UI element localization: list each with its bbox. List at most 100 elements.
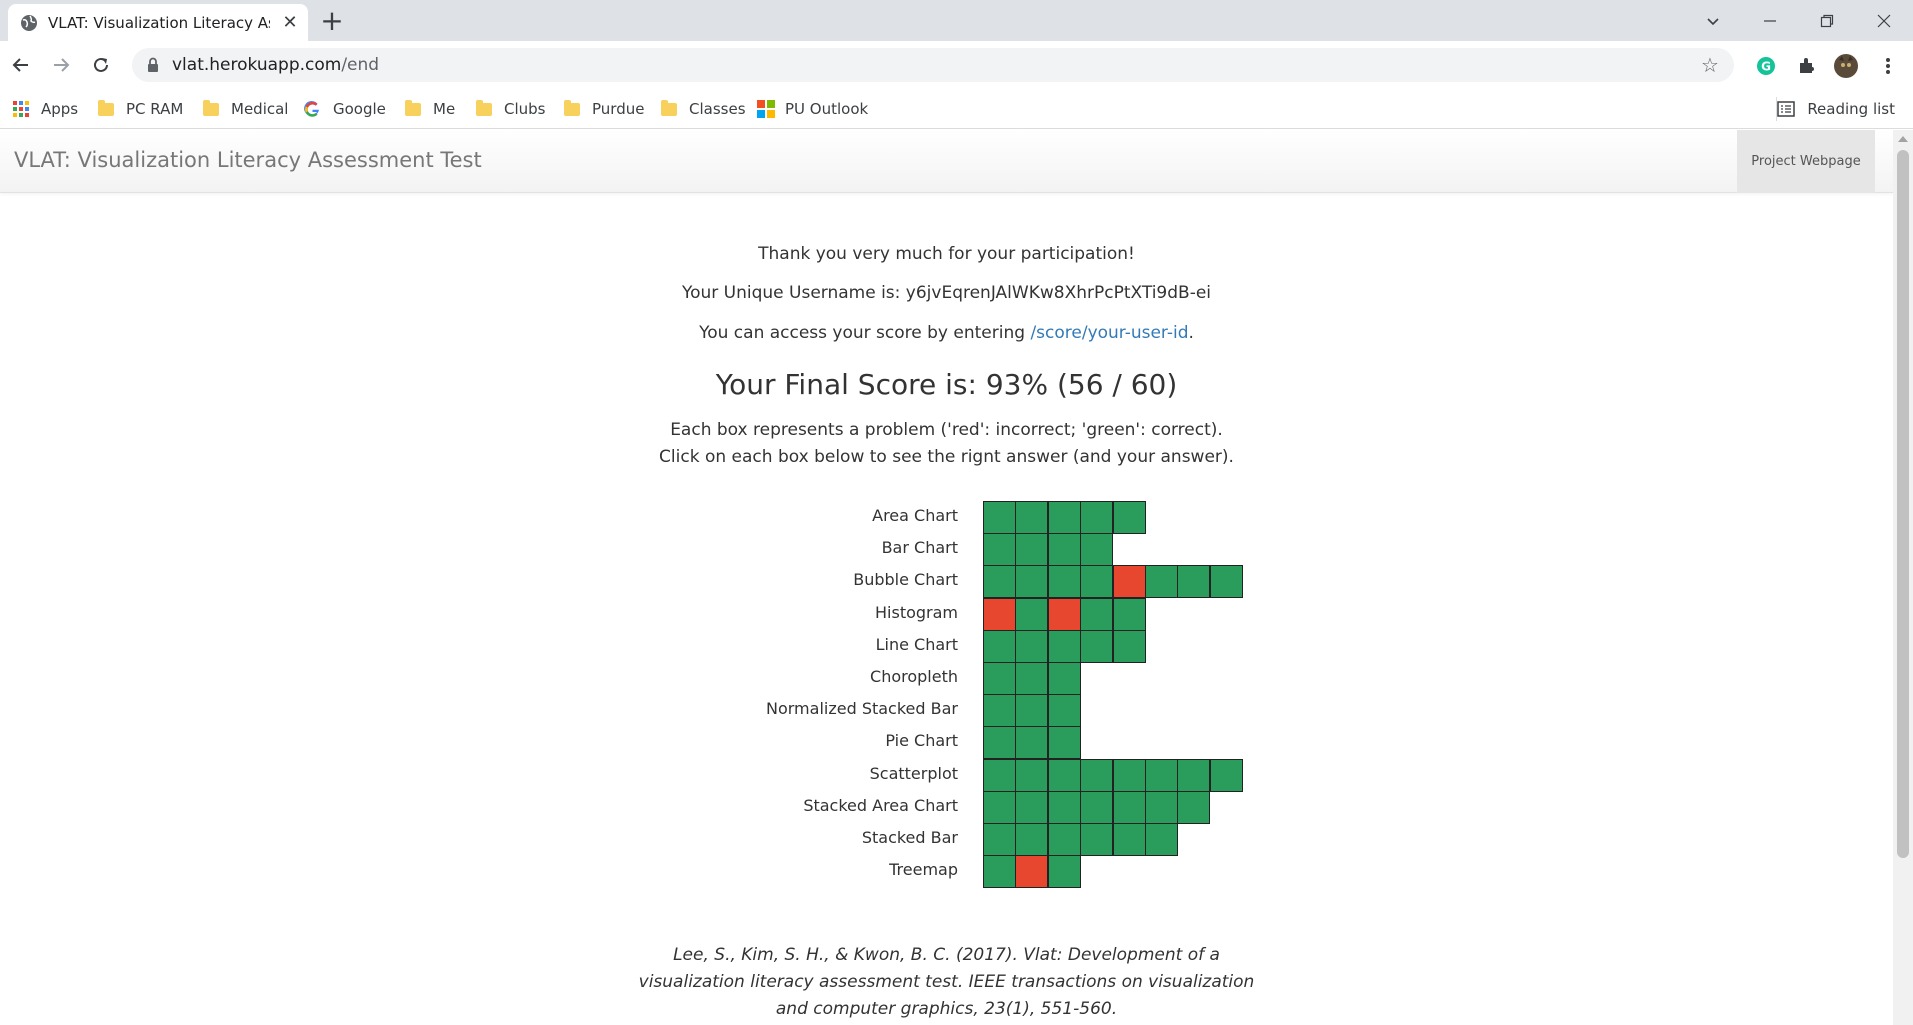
restore-icon[interactable] — [1799, 0, 1855, 41]
problem-box-correct[interactable] — [1015, 501, 1049, 534]
site-brand[interactable]: VLAT: Visualization Literacy Assessment … — [14, 148, 482, 172]
profile-avatar[interactable] — [1834, 54, 1858, 78]
bookmark-me[interactable]: Me — [405, 97, 455, 121]
problem-box-correct[interactable] — [1145, 565, 1178, 599]
problem-box-correct[interactable] — [1145, 823, 1178, 856]
browser-toolbar: vlat.herokuapp.com/end ☆ G — [0, 41, 1913, 89]
problem-box-correct[interactable] — [1047, 629, 1081, 663]
problem-box-correct[interactable] — [1177, 758, 1211, 792]
folder-icon — [98, 99, 114, 116]
bookmark-clubs[interactable]: Clubs — [476, 97, 545, 121]
problem-box-correct[interactable] — [1047, 694, 1081, 728]
scrollbar-thumb[interactable] — [1897, 150, 1909, 858]
problem-box-correct[interactable] — [1112, 629, 1146, 663]
problem-box-correct[interactable] — [1047, 855, 1081, 889]
bookmark-star-icon[interactable]: ☆ — [1698, 53, 1722, 77]
reading-list-button[interactable]: Reading list — [1777, 97, 1895, 121]
grammarly-icon[interactable]: G — [1754, 54, 1778, 78]
forward-arrow-icon[interactable] — [46, 50, 76, 80]
address-bar[interactable]: vlat.herokuapp.com/end ☆ — [132, 48, 1734, 82]
problem-box-correct[interactable] — [1080, 823, 1114, 856]
problem-box-correct[interactable] — [1015, 533, 1049, 567]
problem-box-correct[interactable] — [1112, 758, 1146, 792]
close-window-icon[interactable] — [1856, 0, 1912, 41]
problem-box-incorrect[interactable] — [1047, 597, 1081, 631]
problem-box-incorrect[interactable] — [1015, 855, 1049, 889]
problem-box-correct[interactable] — [983, 533, 1016, 567]
problem-box-correct[interactable] — [1080, 565, 1114, 599]
score-link[interactable]: /score/your-user-id — [1030, 323, 1188, 343]
problem-box-correct[interactable] — [1112, 501, 1146, 534]
problem-box-correct[interactable] — [1080, 629, 1114, 663]
problem-box-correct[interactable] — [983, 726, 1016, 760]
problem-box-correct[interactable] — [1177, 565, 1211, 599]
problem-box-correct[interactable] — [1047, 823, 1081, 856]
problem-box-correct[interactable] — [983, 790, 1016, 824]
problem-box-correct[interactable] — [1047, 726, 1081, 760]
page-viewport: VLAT: Visualization Literacy Assessment … — [0, 130, 1893, 1025]
problem-box-correct[interactable] — [983, 758, 1016, 792]
problem-box-correct[interactable] — [1177, 790, 1211, 824]
problem-box-correct[interactable] — [1015, 726, 1049, 760]
problem-box-correct[interactable] — [1015, 758, 1049, 792]
result-row-label: Choropleth — [870, 667, 958, 686]
problem-box-correct[interactable] — [1015, 565, 1049, 599]
bookmark-classes[interactable]: Classes — [661, 97, 746, 121]
problem-box-correct[interactable] — [1047, 501, 1081, 534]
tab-search-icon[interactable] — [1685, 0, 1741, 41]
problem-box-correct[interactable] — [1047, 533, 1081, 567]
problem-box-correct[interactable] — [1145, 758, 1178, 792]
problem-box-correct[interactable] — [1080, 533, 1114, 567]
problem-box-correct[interactable] — [983, 694, 1016, 728]
new-tab-icon[interactable]: + — [318, 7, 346, 35]
problem-box-correct[interactable] — [983, 823, 1016, 856]
problem-box-correct[interactable] — [983, 629, 1016, 663]
problem-box-incorrect[interactable] — [1112, 565, 1146, 599]
problem-box-correct[interactable] — [1112, 790, 1146, 824]
bookmark-label: PC RAM — [126, 100, 184, 118]
problem-box-correct[interactable] — [1047, 565, 1081, 599]
problem-box-correct[interactable] — [1112, 597, 1146, 631]
problem-box-correct[interactable] — [1080, 790, 1114, 824]
problem-box-correct[interactable] — [983, 565, 1016, 599]
problem-box-correct[interactable] — [1015, 597, 1049, 631]
svg-text:G: G — [1761, 60, 1771, 74]
problem-box-correct[interactable] — [1047, 758, 1081, 792]
reload-icon[interactable] — [86, 50, 116, 80]
problem-box-correct[interactable] — [1015, 823, 1049, 856]
bookmark-apps[interactable]: Apps — [13, 97, 78, 121]
bookmark-pu-outlook[interactable]: PU Outlook — [757, 97, 868, 121]
problem-box-correct[interactable] — [1209, 565, 1243, 599]
bookmark-google[interactable]: Google — [304, 97, 386, 121]
problem-box-correct[interactable] — [1047, 790, 1081, 824]
bookmark-purdue[interactable]: Purdue — [564, 97, 644, 121]
problem-box-correct[interactable] — [1015, 694, 1049, 728]
scroll-up-arrow-icon[interactable] — [1898, 136, 1908, 142]
bookmark-pc-ram[interactable]: PC RAM — [98, 97, 183, 121]
problem-box-correct[interactable] — [1209, 758, 1243, 792]
problem-box-correct[interactable] — [983, 662, 1016, 695]
citation-line-3: and computer graphics, 23(1), 551-560. — [775, 999, 1118, 1019]
back-arrow-icon[interactable] — [6, 50, 36, 80]
project-webpage-link[interactable]: Project Webpage — [1737, 130, 1875, 193]
problem-box-correct[interactable] — [1112, 823, 1146, 856]
problem-box-correct[interactable] — [983, 855, 1016, 889]
browser-tab[interactable]: VLAT: Visualization Literacy Assessment … — [8, 4, 308, 41]
problem-box-correct[interactable] — [1047, 662, 1081, 695]
tab-close-icon[interactable]: ✕ — [280, 13, 300, 33]
problem-box-correct[interactable] — [1080, 597, 1114, 631]
problem-box-correct[interactable] — [1080, 501, 1114, 534]
problem-box-correct[interactable] — [1015, 662, 1049, 695]
problem-box-correct[interactable] — [1145, 790, 1178, 824]
menu-dots-icon[interactable] — [1876, 54, 1900, 78]
problem-box-correct[interactable] — [1015, 790, 1049, 824]
extensions-puzzle-icon[interactable] — [1795, 54, 1819, 78]
folder-icon — [405, 99, 421, 116]
bookmark-medical[interactable]: Medical — [203, 97, 288, 121]
problem-box-correct[interactable] — [1080, 758, 1114, 792]
problem-box-incorrect[interactable] — [983, 597, 1016, 631]
minimize-icon[interactable] — [1742, 0, 1798, 41]
problem-box-correct[interactable] — [1015, 629, 1049, 663]
problem-box-correct[interactable] — [983, 501, 1016, 534]
page-scrollbar[interactable] — [1893, 130, 1913, 1025]
